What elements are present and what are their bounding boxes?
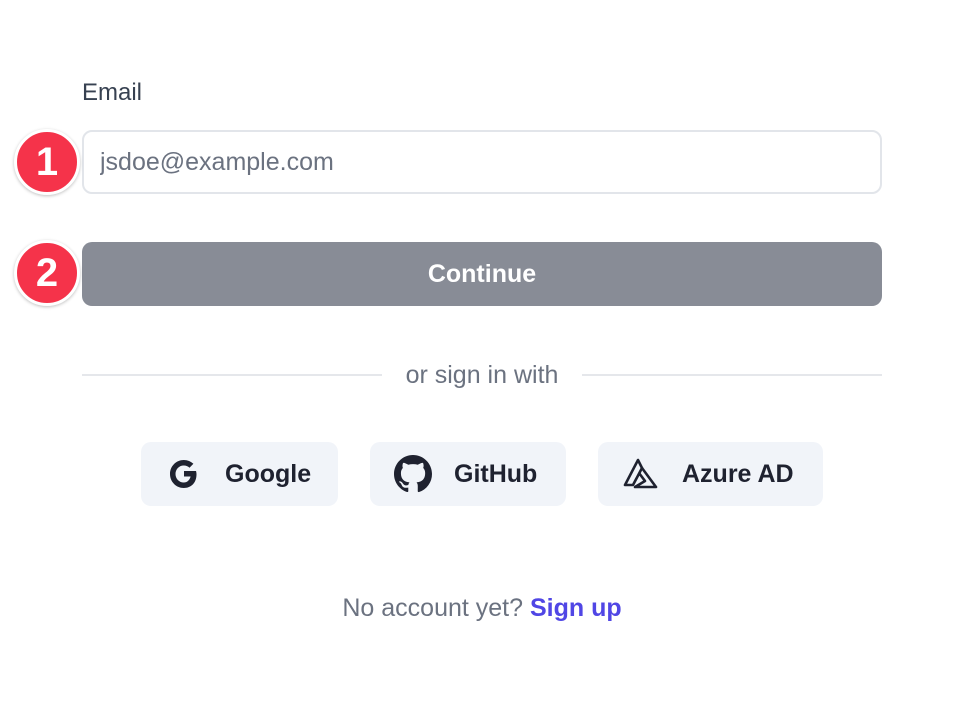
github-icon — [394, 455, 432, 493]
signup-row: No account yet? Sign up — [0, 594, 964, 623]
divider: or sign in with — [82, 358, 883, 392]
github-label: GitHub — [454, 459, 538, 488]
signup-prompt: No account yet? — [342, 594, 524, 622]
login-page: Email 1 Continue 2 or sign in with Googl… — [0, 0, 964, 707]
azure-ad-signin-button[interactable]: Azure AD — [598, 442, 823, 506]
azure-ad-label: Azure AD — [682, 459, 794, 488]
signup-link[interactable]: Sign up — [530, 594, 622, 622]
step-badge-2: 2 — [14, 240, 80, 306]
sso-providers: Google GitHub Azure AD — [141, 442, 823, 506]
divider-line-left — [82, 374, 382, 376]
divider-line-right — [582, 374, 883, 376]
azure-ad-icon — [622, 455, 660, 493]
email-label: Email — [82, 79, 143, 106]
continue-button[interactable]: Continue — [82, 242, 882, 306]
google-signin-button[interactable]: Google — [141, 442, 338, 506]
divider-text: or sign in with — [405, 360, 559, 389]
step-badge-1: 1 — [14, 129, 80, 195]
github-signin-button[interactable]: GitHub — [370, 442, 566, 506]
google-label: Google — [225, 459, 312, 488]
email-field[interactable] — [82, 130, 882, 194]
google-icon — [165, 455, 203, 493]
